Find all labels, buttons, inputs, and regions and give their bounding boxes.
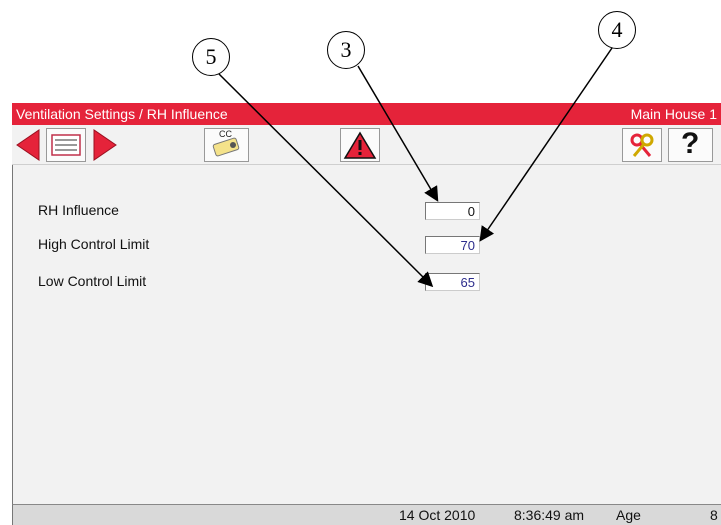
callout-leaders bbox=[218, 47, 613, 288]
callout-3: 3 bbox=[327, 31, 365, 69]
leader-5 bbox=[218, 73, 434, 288]
callout-4: 4 bbox=[598, 11, 636, 49]
leader-4 bbox=[479, 47, 613, 242]
leader-3 bbox=[357, 65, 439, 202]
callout-5: 5 bbox=[192, 38, 230, 76]
